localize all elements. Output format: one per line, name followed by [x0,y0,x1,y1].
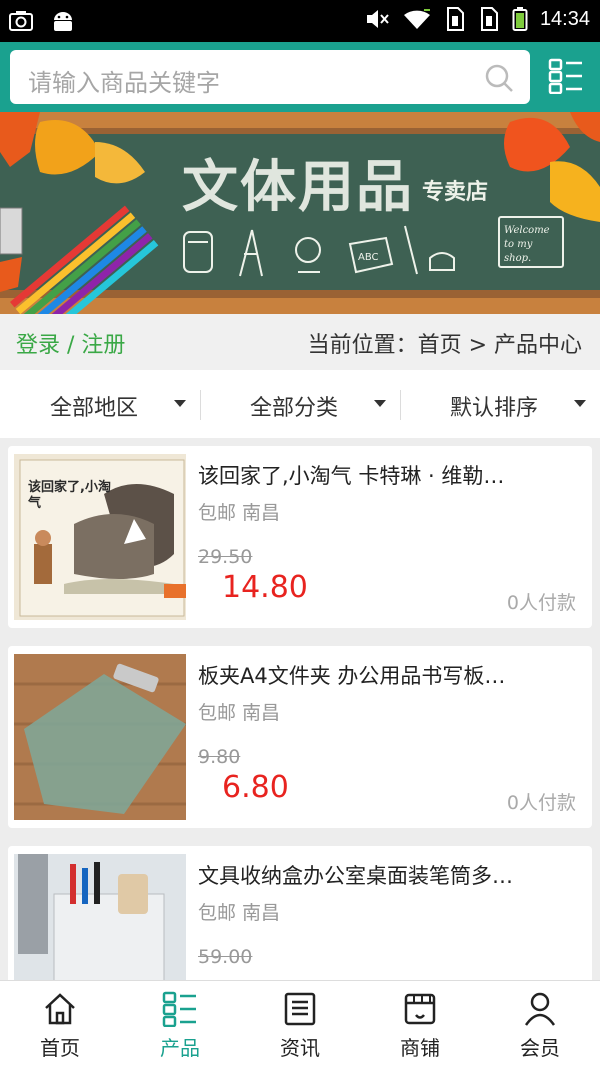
breadcrumb-bar: 登录 / 注册 当前位置：首页 > 产品中心 [0,314,600,370]
autumn-leaves-left [0,112,159,314]
product-image[interactable]: 该回家了,小淘气 [14,454,186,620]
status-time: 14:34 [539,7,590,30]
filter-region[interactable]: 全部地区 [0,370,200,438]
welcome-line1: Welcome [504,225,550,236]
product-original-price: 59.00 [198,946,253,968]
book-cover-image [14,454,186,620]
filter-sort-label: 默认排序 [450,396,539,421]
shop-icon [404,993,436,1025]
chevron-down-icon [574,400,586,407]
product-list-icon [162,991,196,1027]
sim1-icon [446,7,464,31]
nav-member-label: 会员 [520,1036,560,1060]
app-header: 请输入商品关键字 [0,42,600,112]
clipboard-image [14,654,186,820]
breadcrumb: 当前位置：首页 > 产品中心 [307,333,582,358]
nav-shops[interactable]: 商铺 [360,981,480,1067]
filter-region-label: 全部地区 [50,396,139,421]
product-title[interactable]: 该回家了,小淘气 卡特琳 · 维勒… [198,460,572,490]
wifi-icon [403,9,430,29]
news-icon [284,992,316,1026]
nav-products-label: 产品 [160,1036,200,1060]
nav-home-label: 首页 [40,1036,80,1060]
search-input[interactable]: 请输入商品关键字 [10,50,530,104]
bottom-nav: 首页 产品 资讯 商铺 会员 [0,980,600,1067]
product-card[interactable]: 板夹A4文件夹 办公用品书写板… 包邮 南昌 9.80 6.80 0人付款 [8,646,592,828]
member-icon [524,992,556,1026]
nav-news-label: 资讯 [280,1036,320,1060]
book-cover-title: 该回家了,小淘气 [28,480,111,511]
login-register-link[interactable]: 登录 / 注册 [16,327,125,359]
product-price: 14.80 [222,570,308,605]
filter-category[interactable]: 全部分类 [200,370,400,438]
nav-shops-label: 商铺 [400,1036,440,1060]
chalk-doodles: ABC [183,225,455,277]
status-bar-left [8,8,76,34]
book-doodle-label: ABC [358,252,379,263]
battery-icon [512,7,528,31]
status-bar-right: 14:34 [364,6,590,32]
welcome-board: Welcome to my shop. [498,216,564,268]
chevron-down-icon [174,400,186,407]
banner-title: 文体用品 [182,155,414,220]
search-placeholder: 请输入商品关键字 [28,69,220,97]
product-image[interactable] [14,654,186,820]
product-title[interactable]: 文具收纳盒办公室桌面装笔筒多… [198,860,572,890]
chevron-down-icon [374,400,386,407]
product-sold-count: 0人付款 [506,792,576,814]
screenshot-icon [9,11,33,31]
nav-news[interactable]: 资讯 [240,981,360,1067]
home-icon [45,993,75,1025]
filter-sort[interactable]: 默认排序 [400,370,600,438]
filter-category-label: 全部分类 [250,396,339,421]
sim2-icon [480,7,498,31]
nav-products[interactable]: 产品 [120,981,240,1067]
product-price: 6.80 [222,770,289,805]
autumn-leaves-right [504,112,600,222]
nav-home[interactable]: 首页 [0,981,120,1067]
android-icon [54,12,72,31]
product-sold-count: 0人付款 [506,592,576,614]
category-menu-icon[interactable] [548,58,584,94]
filter-bar: 全部地区 全部分类 默认排序 [0,370,600,438]
product-meta: 包邮 南昌 [198,702,281,724]
banner-subtitle: 专卖店 [422,180,489,205]
product-original-price: 29.50 [198,546,253,568]
product-original-price: 9.80 [198,746,241,768]
welcome-line2: to my shop. [504,239,533,264]
search-icon[interactable] [484,63,514,93]
product-card[interactable]: 该回家了,小淘气 该回家了,小淘气 卡特琳 · 维勒… 包邮 南昌 29.50 … [8,446,592,628]
mute-icon [366,10,389,28]
status-bar: 14:34 [0,0,600,42]
product-meta: 包邮 南昌 [198,902,281,924]
promo-banner[interactable]: 文体用品 专卖店 ABC Welcome to my shop. [0,112,600,314]
nav-member[interactable]: 会员 [480,981,600,1067]
product-title[interactable]: 板夹A4文件夹 办公用品书写板… [198,660,572,690]
product-meta: 包邮 南昌 [198,502,281,524]
